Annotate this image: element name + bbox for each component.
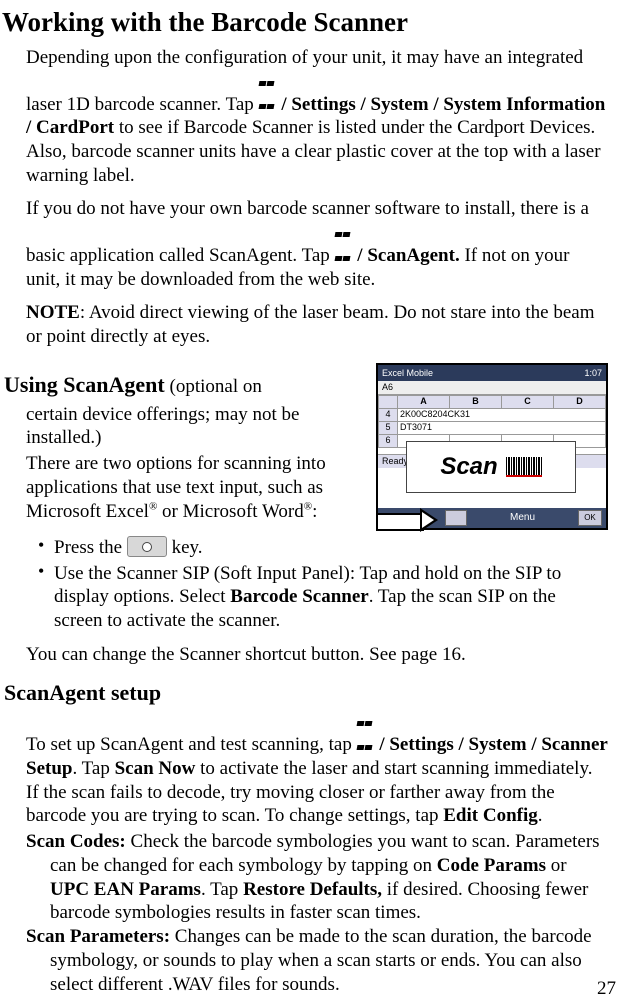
text: or [546, 855, 567, 876]
button-name: Code Params [437, 855, 546, 876]
intro-para-2: If you do not have your own barcode scan… [26, 197, 608, 291]
scan-parameters-para: Scan Parameters: Changes can be made to … [26, 925, 608, 996]
registered-mark: ® [304, 500, 312, 512]
fig-scan-label: Scan [440, 452, 497, 482]
note-label: NOTE [26, 302, 80, 323]
windows-start-icon [259, 70, 277, 84]
heading-suffix: (optional on [165, 376, 262, 397]
callout-arrow-icon [376, 510, 440, 530]
barcode-icon [506, 457, 542, 477]
scanagent-figure: Excel Mobile 1:07 A6 ABCD 42K00C8204CK31… [376, 363, 608, 530]
text: . Tap [201, 879, 243, 900]
scan-codes-para: Scan Codes: Check the barcode symbologie… [26, 830, 608, 925]
page-title: Working with the Barcode Scanner [2, 6, 616, 40]
fig-ok-button: OK [578, 510, 602, 526]
scan-parameters-label: Scan Parameters: [26, 926, 170, 947]
windows-start-icon [357, 710, 375, 724]
fig-softkey-menu: Menu [510, 512, 535, 525]
list-item: Press the key. [54, 536, 608, 560]
fig-scan-sip: Scan [406, 441, 576, 493]
button-name: UPC EAN Params [50, 879, 201, 900]
button-name: Scan Now [115, 758, 196, 779]
text: . Tap [72, 758, 114, 779]
scan-options-list: Press the key. Use the Scanner SIP (Soft… [54, 536, 608, 633]
fig-app-title: Excel Mobile [382, 365, 433, 381]
list-item: Use the Scanner SIP (Soft Input Panel): … [54, 562, 608, 633]
note-text: : Avoid direct viewing of the laser beam… [26, 302, 594, 347]
fig-cell-ref: A6 [378, 381, 606, 395]
windows-start-icon [335, 221, 353, 235]
fig-clock: 1:07 [584, 365, 602, 381]
text: To set up ScanAgent and test scanning, t… [26, 734, 357, 755]
note-para: NOTE: Avoid direct viewing of the laser … [26, 301, 608, 349]
shortcut-note: You can change the Scanner shortcut butt… [26, 643, 608, 667]
nav-path: / ScanAgent. [357, 245, 459, 266]
scan-hardware-key-icon [127, 536, 167, 557]
scan-codes-label: Scan Codes: [26, 831, 126, 852]
text: or Microsoft Word [157, 501, 303, 522]
text: key. [167, 537, 203, 558]
button-name: Restore Defaults, [243, 879, 382, 900]
page-number: 27 [597, 977, 616, 1001]
heading-using-scanagent: Using ScanAgent [4, 372, 165, 397]
intro-para-1: Depending upon the configuration of your… [26, 46, 608, 188]
keyboard-icon [445, 510, 467, 526]
setup-para: To set up ScanAgent and test scanning, t… [26, 710, 608, 828]
menu-item-name: Barcode Scanner [230, 586, 368, 607]
text: . [538, 805, 543, 826]
heading-scanagent-setup: ScanAgent setup [4, 680, 161, 705]
fig-status-ready: Ready [382, 456, 408, 467]
button-name: Edit Config [443, 805, 538, 826]
text: Press the [54, 537, 127, 558]
